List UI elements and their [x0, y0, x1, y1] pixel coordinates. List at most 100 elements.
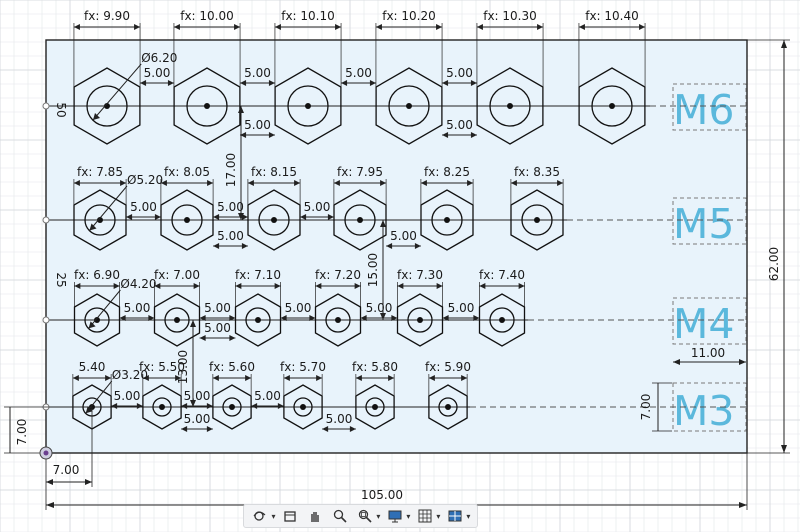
- gap-dimension-low-label: 5.00: [184, 412, 211, 426]
- height-dimension[interactable]: 62.00: [747, 39, 790, 454]
- fx-dimension-label: fx: 5.90: [425, 360, 471, 374]
- look-at-icon[interactable]: [280, 506, 300, 526]
- row-spacing-label: 15.00: [366, 253, 380, 287]
- fx-dimension-arrow-left: [375, 24, 382, 30]
- gap-dimension-low-label: 5.00: [217, 229, 244, 243]
- row-side-label: 50: [54, 102, 68, 117]
- viewports-icon[interactable]: [445, 506, 465, 526]
- fx-dimension-arrow-right: [335, 24, 342, 30]
- row-endpoint[interactable]: [42, 216, 50, 224]
- fx-dimension-label: fx: 5.70: [280, 360, 326, 374]
- gap-dimension-label: 5.00: [204, 301, 231, 315]
- fx-dimension-label: fx: 6.90: [74, 268, 120, 282]
- origin-x-label: 7.00: [53, 463, 80, 477]
- size-label-m5: M5: [673, 200, 734, 248]
- gap-dimension-label: 5.00: [217, 200, 244, 214]
- fx-dimension-arrow-right: [134, 24, 141, 30]
- fx-dimension-label: fx: 7.85: [77, 165, 123, 179]
- hole-center: [372, 404, 378, 410]
- size-label-m4: M4: [673, 300, 734, 348]
- gap-dimension-low-label: 5.00: [326, 412, 353, 426]
- grid-dropdown-icon[interactable]: ▾: [436, 512, 440, 521]
- hole-center: [335, 317, 341, 323]
- orbit-icon[interactable]: [250, 506, 270, 526]
- origin-point[interactable]: [39, 446, 53, 460]
- gap-dimension-label: 5.00: [345, 66, 372, 80]
- fx-dimension-label: fx: 7.10: [235, 268, 281, 282]
- display-settings-icon[interactable]: [385, 506, 405, 526]
- diameter-label: Ø6.20: [141, 51, 177, 65]
- viewports-dropdown-icon[interactable]: ▾: [466, 512, 470, 521]
- fx-dimension-label: fx: 7.20: [315, 268, 361, 282]
- gap-dimension-low-label: 5.00: [446, 118, 473, 132]
- gap-dimension-label: 5.00: [144, 66, 171, 80]
- size-label-m6: M6: [673, 86, 734, 134]
- fx-dimension-label: fx: 5.80: [352, 360, 398, 374]
- hole-center: [357, 217, 363, 223]
- fx-dimension-label: fx: 10.40: [585, 9, 639, 23]
- fx-dimension-label: fx: 7.95: [337, 165, 383, 179]
- fx-dimension-arrow-left: [173, 24, 180, 30]
- fx-dimension-label: fx: 10.10: [281, 9, 335, 23]
- gap-dimension-label: 5.00: [304, 200, 331, 214]
- diameter-label: Ø3.20: [112, 368, 148, 382]
- row-endpoint[interactable]: [42, 316, 50, 324]
- width-dimension[interactable]: 105.00: [45, 453, 748, 510]
- fx-dimension-label: fx: 8.25: [424, 165, 470, 179]
- hole-center: [229, 404, 235, 410]
- hole-center: [174, 317, 180, 323]
- grid-settings-icon[interactable]: [415, 506, 435, 526]
- fx-dimension-label: fx: 8.35: [514, 165, 560, 179]
- gap-dimension-label: 5.00: [130, 200, 157, 214]
- gap-dimension-label: 5.00: [285, 301, 312, 315]
- fx-dimension-label: fx: 8.15: [251, 165, 297, 179]
- zoom-window-icon[interactable]: [355, 506, 375, 526]
- fx-dimension-label: fx: 10.30: [483, 9, 537, 23]
- hole-center: [271, 217, 277, 223]
- fx-dimension-label: fx: 10.20: [382, 9, 436, 23]
- fx-dimension-arrow-left: [274, 24, 281, 30]
- label-height-label: 7.00: [639, 394, 653, 421]
- hole-center: [255, 317, 261, 323]
- fx-dimension[interactable]: [173, 24, 241, 30]
- hole-center: [204, 103, 210, 109]
- origin-y-label: 7.00: [15, 419, 29, 446]
- fx-dimension[interactable]: [578, 24, 646, 30]
- fx-dimension-arrow-left: [73, 24, 80, 30]
- gap-dimension-low-label: 5.00: [390, 229, 417, 243]
- gap-dimension-label: 5.00: [184, 389, 211, 403]
- sketch-canvas[interactable]: M6 M5 M4 M3 fx: 9.90 fx: 10.00 fx: 10.10 fx: 1…: [0, 0, 800, 532]
- fx-dimension-arrow-right: [537, 24, 544, 30]
- gap-dimension-label: 5.00: [244, 66, 271, 80]
- hole-center: [417, 317, 423, 323]
- hole-center: [444, 217, 450, 223]
- hole-center: [507, 103, 513, 109]
- hole-center: [499, 317, 505, 323]
- fx-dimension-arrow-left: [476, 24, 483, 30]
- hole-center: [184, 217, 190, 223]
- gap-dimension-low-label: 5.00: [244, 118, 271, 132]
- fx-dimension-arrow-left: [578, 24, 585, 30]
- gap-dimension-label: 5.00: [124, 301, 151, 315]
- orbit-dropdown-icon[interactable]: ▾: [271, 512, 275, 521]
- hole-center: [406, 103, 412, 109]
- zoom-icon[interactable]: [330, 506, 350, 526]
- fx-dimension-label: fx: 10.00: [180, 9, 234, 23]
- pan-icon[interactable]: [305, 506, 325, 526]
- fx-dimension-label: fx: 5.60: [209, 360, 255, 374]
- row-side-label: 25: [54, 272, 68, 287]
- zoom-dropdown-icon[interactable]: ▾: [376, 512, 380, 521]
- fx-dimension[interactable]: [476, 24, 544, 30]
- display-dropdown-icon[interactable]: ▾: [406, 512, 410, 521]
- gap-dimension-label: 5.00: [446, 66, 473, 80]
- size-label-m3: M3: [673, 387, 734, 435]
- row-spacing-label: 13.00: [176, 350, 190, 384]
- height-dim-label: 62.00: [767, 247, 781, 281]
- hole-center: [159, 404, 165, 410]
- width-dim-label: 105.00: [361, 488, 403, 502]
- navigation-toolbar: ▾ ▾ ▾ ▾ ▾: [243, 504, 478, 528]
- row-endpoint[interactable]: [42, 102, 50, 110]
- fx-dimension-label: 5.40: [79, 360, 106, 374]
- label-col-width-label: 11.00: [691, 346, 725, 360]
- fx-dimension[interactable]: [375, 24, 443, 30]
